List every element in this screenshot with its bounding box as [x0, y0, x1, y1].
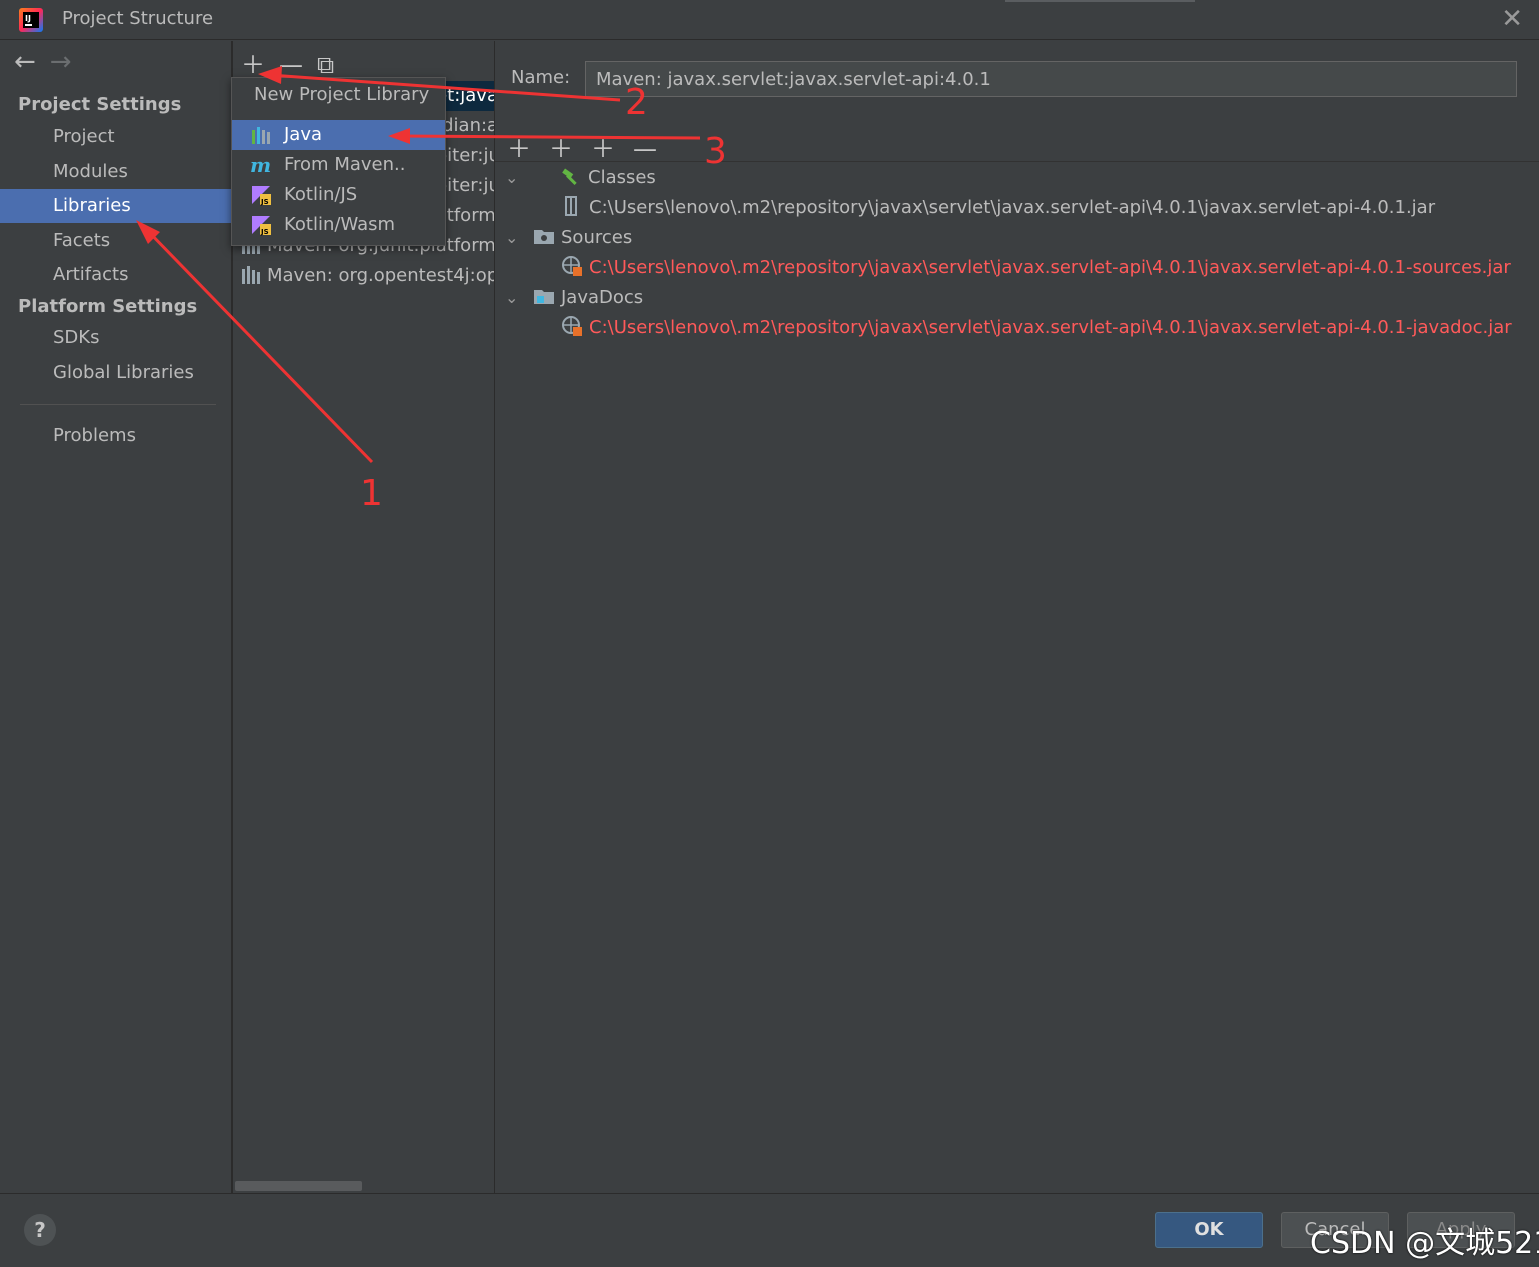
copy-library-icon[interactable]: ⧉ — [317, 51, 334, 79]
ok-button[interactable]: OK — [1155, 1212, 1263, 1248]
sidebar-item-problems[interactable]: Problems — [0, 419, 231, 453]
svg-text:m: m — [250, 154, 271, 176]
tree-node-classes[interactable]: ⌄ Classes — [505, 163, 656, 193]
sidebar-item-global-libraries[interactable]: Global Libraries — [0, 356, 231, 390]
add-library-icon[interactable]: ＋ — [241, 51, 265, 79]
popup-item-label: Kotlin/JS — [284, 184, 358, 205]
project-settings-header: Project Settings — [18, 94, 182, 115]
library-name-input[interactable] — [585, 61, 1517, 97]
remove-root-icon[interactable]: — — [633, 135, 657, 163]
close-icon[interactable]: ✕ — [1501, 4, 1523, 34]
tree-node-javadocs-jar[interactable]: C:\Users\lenovo\.m2\repository\javax\ser… — [561, 313, 1512, 343]
tree-label: Classes — [588, 167, 656, 188]
platform-settings-header: Platform Settings — [18, 296, 198, 317]
window-title: Project Structure — [62, 8, 214, 29]
jar-icon — [565, 196, 577, 216]
library-bars-icon — [242, 266, 260, 284]
csdn-watermark: CSDN @文城521 — [1310, 1226, 1539, 1261]
title-bar: IJ Project Structure ✕ — [0, 0, 1539, 40]
hammer-icon — [562, 168, 577, 185]
sidebar-item-sdks[interactable]: SDKs — [0, 321, 231, 355]
tree-label: C:\Users\lenovo\.m2\repository\javax\ser… — [589, 317, 1512, 338]
library-row-label: Maven: org.opentest4j:opentest4j — [267, 265, 494, 286]
svg-text:IJ: IJ — [25, 14, 31, 23]
new-library-popup: New Project Library Java m From Maven.. … — [231, 77, 446, 246]
title-accent-line — [1005, 0, 1195, 2]
svg-text:JS: JS — [260, 198, 269, 206]
horizontal-scrollbar[interactable] — [235, 1181, 362, 1191]
add-url-icon[interactable]: ＋ — [549, 135, 573, 163]
library-bars-icon — [252, 127, 270, 144]
source-folder-icon — [534, 230, 554, 244]
svg-text:JS: JS — [260, 228, 269, 236]
nav-arrows: ← → — [14, 47, 86, 77]
tree-label: C:\Users\lenovo\.m2\repository\javax\ser… — [589, 197, 1436, 218]
popup-item-java[interactable]: Java — [232, 120, 445, 150]
forward-arrow-icon[interactable]: → — [50, 47, 72, 77]
library-row[interactable]: Maven: org.opentest4j:opentest4j — [241, 261, 494, 291]
javadoc-folder-icon — [534, 290, 554, 304]
tree-label: Sources — [561, 227, 633, 248]
settings-sidebar: ← → Project Settings Project Modules Libr… — [0, 41, 233, 1193]
help-button[interactable]: ? — [24, 1214, 56, 1246]
tree-node-sources-jar[interactable]: C:\Users\lenovo\.m2\repository\javax\ser… — [561, 253, 1511, 283]
tree-label: JavaDocs — [561, 287, 644, 308]
kotlin-js-icon: JS — [252, 186, 271, 206]
chevron-down-icon[interactable]: ⌄ — [505, 223, 518, 253]
popup-item-label: From Maven.. — [284, 154, 406, 175]
chevron-down-icon[interactable]: ⌄ — [505, 283, 518, 313]
chevron-down-icon[interactable]: ⌄ — [505, 163, 518, 193]
missing-web-icon — [562, 316, 582, 336]
tree-label: C:\Users\lenovo\.m2\repository\javax\ser… — [589, 257, 1511, 278]
sidebar-item-libraries[interactable]: Libraries — [0, 189, 231, 223]
sidebar-item-artifacts[interactable]: Artifacts — [0, 258, 231, 292]
popup-item-kotlin-wasm[interactable]: JS Kotlin/Wasm — [232, 210, 445, 240]
libraries-toolbar: ＋ — ⧉ — [241, 45, 348, 80]
missing-web-icon — [562, 256, 582, 276]
sidebar-item-modules[interactable]: Modules — [0, 155, 231, 189]
popup-item-label: Java — [284, 124, 323, 145]
toolbar-divider — [495, 161, 1539, 162]
tree-node-sources[interactable]: ⌄ Sources — [505, 223, 633, 253]
roots-toolbar: ＋ ＋ ＋ — — [507, 129, 675, 164]
sidebar-divider — [20, 404, 216, 405]
popup-item-kotlin-js[interactable]: JS Kotlin/JS — [232, 180, 445, 210]
name-label: Name: — [511, 67, 571, 88]
kotlin-wasm-icon: JS — [252, 216, 271, 236]
popup-title: New Project Library — [254, 84, 430, 105]
tree-node-javadocs[interactable]: ⌄ JavaDocs — [505, 283, 644, 313]
popup-item-from-maven[interactable]: m From Maven.. — [232, 150, 445, 180]
library-detail-panel: Name: ＋ ＋ ＋ — ⌄ Classes C:\Users\lenovo\.m2… — [495, 41, 1539, 1193]
intellij-logo-icon: IJ — [19, 8, 43, 32]
maven-icon: m — [250, 154, 271, 176]
add-root-icon[interactable]: ＋ — [507, 135, 531, 163]
popup-item-label: Kotlin/Wasm — [284, 214, 396, 235]
add-jar-icon[interactable]: ＋ — [591, 135, 615, 163]
sidebar-item-project[interactable]: Project — [0, 120, 231, 154]
back-arrow-icon[interactable]: ← — [14, 47, 36, 77]
dialog-footer: ? OK Cancel Apply — [0, 1193, 1539, 1267]
sidebar-item-facets[interactable]: Facets — [0, 224, 231, 258]
tree-node-classes-jar[interactable]: C:\Users\lenovo\.m2\repository\javax\ser… — [561, 193, 1435, 223]
remove-library-icon[interactable]: — — [279, 51, 303, 79]
